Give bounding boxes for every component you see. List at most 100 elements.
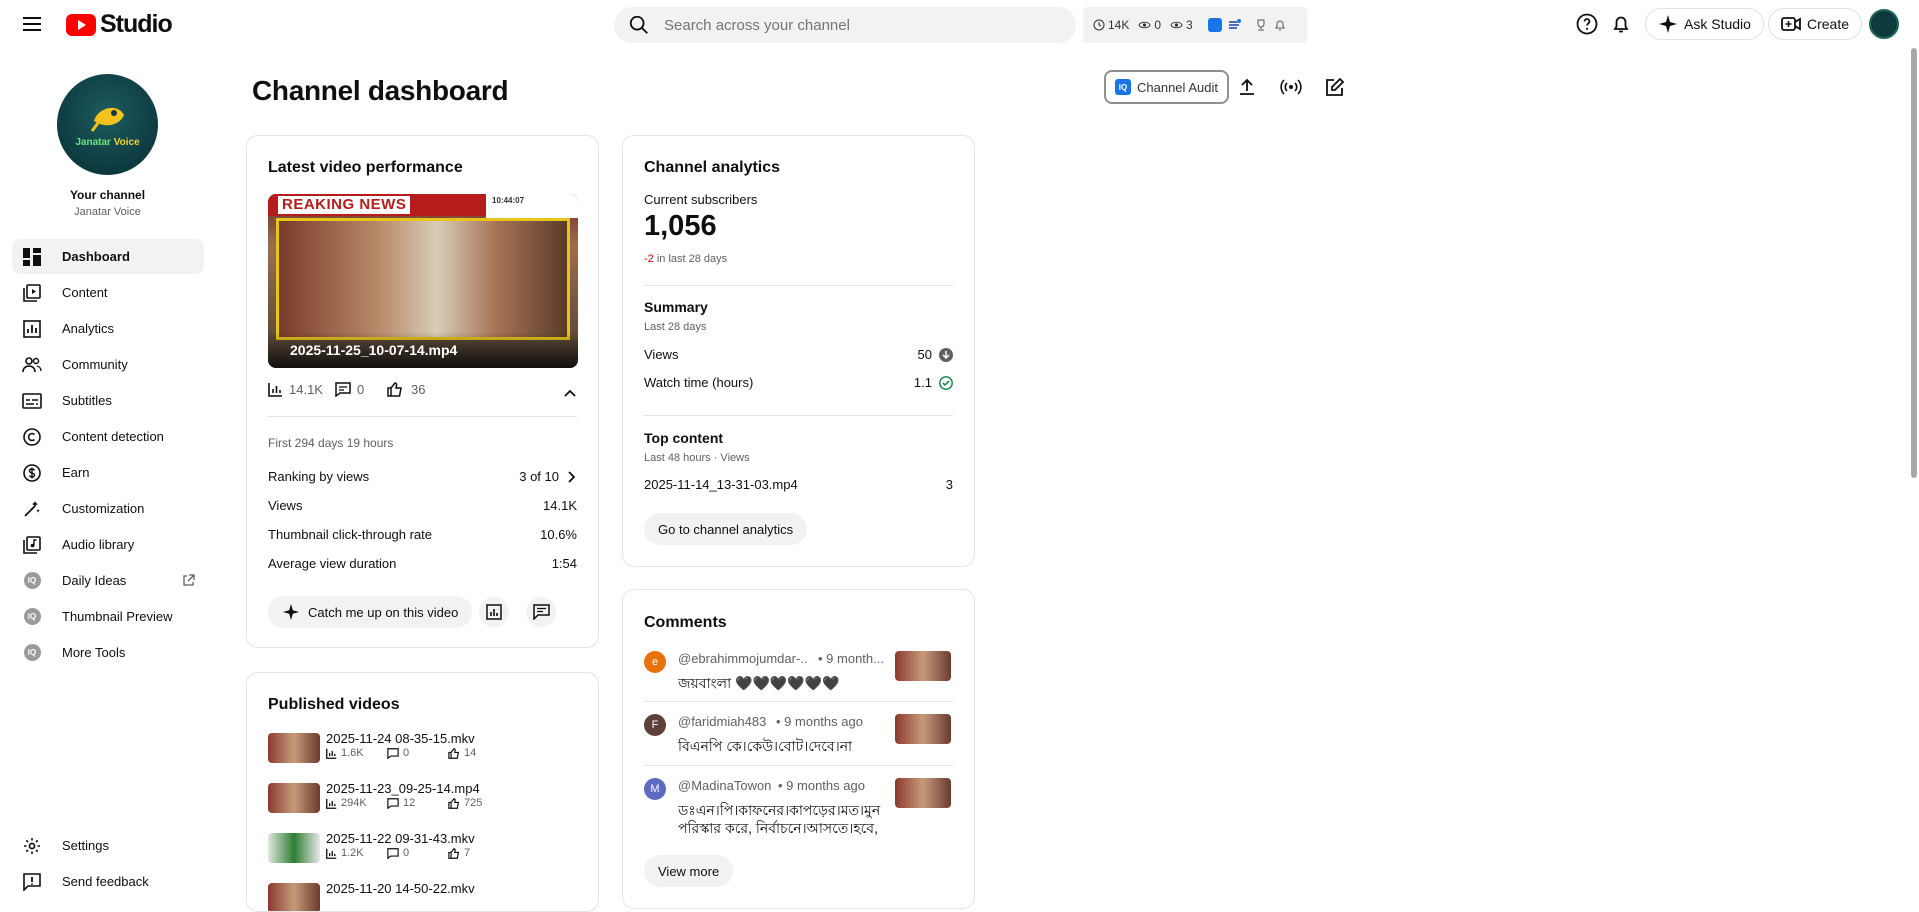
top-content-title: Top content bbox=[644, 430, 724, 446]
card-title: Comments bbox=[644, 614, 727, 631]
comment-video-thumbnail[interactable] bbox=[895, 651, 951, 681]
sidebar-item-label: Send feedback bbox=[62, 874, 149, 889]
ext-iq-icon[interactable] bbox=[1207, 18, 1222, 32]
community-icon bbox=[22, 355, 42, 375]
eye-icon bbox=[1170, 21, 1183, 29]
content-icon bbox=[22, 283, 42, 303]
check-circle-icon bbox=[939, 375, 953, 390]
top-content-item[interactable]: 2025-11-14_13-31-03.mp4 3 bbox=[644, 477, 953, 492]
sidebar-item-more-tools[interactable]: IQ More Tools bbox=[12, 635, 204, 670]
logo-text: Studio bbox=[100, 10, 173, 38]
latest-video-thumbnail[interactable]: REAKING NEWS 10:44:07 2025-11-25_10-07-1… bbox=[268, 194, 578, 368]
sidebar-item-customization[interactable]: Customization bbox=[12, 491, 204, 526]
video-analytics-button[interactable] bbox=[479, 597, 509, 627]
sidebar-item-label: Dashboard bbox=[62, 249, 130, 264]
breaking-news-banner: REAKING NEWS bbox=[278, 196, 411, 214]
ext-views-stat[interactable]: 0 bbox=[1138, 18, 1161, 32]
search-input[interactable] bbox=[664, 16, 1044, 34]
commenter-avatar: M bbox=[644, 778, 666, 800]
channel-audit-button[interactable]: IQ Channel Audit bbox=[1104, 70, 1229, 104]
commenter-avatar: e bbox=[644, 651, 666, 673]
sidebar-item-send-feedback[interactable]: Send feedback bbox=[12, 864, 204, 899]
create-button[interactable]: Create bbox=[1768, 8, 1863, 40]
sidebar-item-thumbnail-preview[interactable]: IQ Thumbnail Preview bbox=[12, 599, 204, 634]
thumbs-up-icon bbox=[387, 382, 402, 397]
subtitles-icon bbox=[22, 391, 42, 411]
create-post-button[interactable] bbox=[1318, 70, 1352, 104]
sidebar-item-analytics[interactable]: Analytics bbox=[12, 311, 204, 346]
latest-video-quick-stats: 14.1K 0 36 bbox=[268, 382, 425, 397]
video-thumbnail bbox=[268, 733, 320, 763]
comment-icon bbox=[335, 382, 351, 397]
ext-subs-stat[interactable]: 3 bbox=[1170, 18, 1193, 32]
dollar-icon bbox=[22, 463, 42, 483]
ext-watch-stat[interactable]: 14K bbox=[1093, 18, 1129, 32]
latest-video-card: Latest video performance REAKING NEWS 10… bbox=[246, 135, 599, 648]
your-channel-label: Your channel bbox=[69, 188, 146, 202]
card-title: Channel analytics bbox=[644, 159, 781, 176]
down-arrow-circle-icon bbox=[939, 347, 953, 362]
video-thumbnail bbox=[268, 833, 320, 863]
notifications-bell-icon[interactable] bbox=[1609, 12, 1633, 36]
sidebar-item-label: Analytics bbox=[62, 321, 115, 336]
catch-me-up-button[interactable]: Catch me up on this video bbox=[268, 596, 473, 628]
ext-list-icon[interactable] bbox=[1227, 18, 1241, 32]
sidebar-item-label: Community bbox=[62, 357, 128, 372]
sidebar-item-earn[interactable]: Earn bbox=[12, 455, 204, 490]
collapse-chevron-icon[interactable] bbox=[563, 388, 577, 398]
sidebar-item-subtitles[interactable]: Subtitles bbox=[12, 383, 204, 418]
sidebar-item-audio-library[interactable]: Audio library bbox=[12, 527, 204, 562]
gear-icon bbox=[22, 836, 42, 856]
sparkle-icon bbox=[282, 603, 300, 621]
upload-button[interactable] bbox=[1230, 70, 1264, 104]
commenter-avatar: F bbox=[644, 714, 666, 736]
sidebar-item-settings[interactable]: Settings bbox=[12, 828, 204, 863]
sidebar-item-daily-ideas[interactable]: IQ Daily Ideas bbox=[12, 563, 204, 598]
comment-video-thumbnail[interactable] bbox=[895, 778, 951, 808]
channel-avatar[interactable]: Janatar Voice bbox=[57, 74, 158, 175]
help-icon[interactable] bbox=[1575, 12, 1599, 36]
summary-views-row: Views 50 bbox=[644, 347, 953, 362]
ranking-row[interactable]: Ranking by views 3 of 10 bbox=[268, 469, 577, 484]
sidebar-item-content-detection[interactable]: Content detection bbox=[12, 419, 204, 454]
analytics-icon bbox=[22, 319, 42, 339]
search-bar[interactable] bbox=[614, 7, 1076, 43]
video-thumbnail bbox=[268, 783, 320, 813]
sidebar-item-dashboard[interactable]: Dashboard bbox=[12, 239, 204, 274]
avg-view-duration-row: Average view duration 1:54 bbox=[268, 556, 577, 571]
extension-icon: IQ bbox=[22, 643, 42, 663]
comment-icon bbox=[387, 797, 399, 809]
views-row: Views 14.1K bbox=[268, 498, 577, 513]
sidebar-item-label: More Tools bbox=[62, 645, 126, 660]
channel-logo-icon bbox=[90, 107, 124, 132]
analytics-icon bbox=[486, 604, 502, 620]
card-title: Published videos bbox=[268, 696, 400, 713]
menu-icon[interactable] bbox=[20, 12, 44, 36]
ext-trophy-icon[interactable] bbox=[1254, 18, 1268, 32]
page-scrollbar[interactable] bbox=[1911, 48, 1917, 478]
youtube-logo-icon bbox=[66, 13, 96, 36]
video-comments-button[interactable] bbox=[526, 597, 556, 627]
channel-brand-text: Janatar Voice bbox=[75, 137, 140, 148]
dashboard-icon bbox=[22, 247, 42, 267]
sidebar-item-label: Content detection bbox=[62, 429, 164, 444]
account-avatar[interactable] bbox=[1869, 9, 1899, 39]
sidebar-item-content[interactable]: Content bbox=[12, 275, 204, 310]
go-live-button[interactable] bbox=[1274, 70, 1308, 104]
sidebar-item-community[interactable]: Community bbox=[12, 347, 204, 382]
view-more-comments-button[interactable]: View more bbox=[644, 855, 734, 887]
ask-studio-button[interactable]: Ask Studio bbox=[1645, 8, 1764, 40]
latest-video-period: First 294 days 19 hours bbox=[268, 436, 394, 450]
go-to-analytics-button[interactable]: Go to channel analytics bbox=[644, 513, 808, 545]
comment-video-thumbnail[interactable] bbox=[895, 714, 951, 744]
audio-library-icon bbox=[22, 535, 42, 555]
extension-icon: IQ bbox=[22, 607, 42, 627]
sidebar-item-label: Earn bbox=[62, 465, 90, 480]
studio-logo[interactable]: Studio bbox=[66, 10, 173, 39]
ext-bell-icon[interactable] bbox=[1273, 18, 1287, 32]
video-thumbnail bbox=[268, 883, 320, 911]
thumbs-up-icon bbox=[448, 847, 460, 859]
published-videos-card: Published videos 2025-11-24 08-35-15.mkv… bbox=[246, 672, 599, 912]
sidebar-item-label: Content bbox=[62, 285, 108, 300]
thumbs-up-icon bbox=[448, 797, 460, 809]
